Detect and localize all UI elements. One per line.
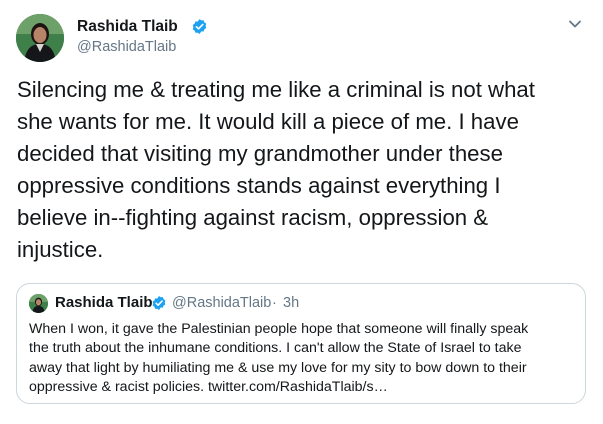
quoted-author-avatar bbox=[29, 294, 48, 313]
chevron-down-icon[interactable] bbox=[566, 15, 584, 33]
verified-badge-icon bbox=[152, 296, 166, 310]
quoted-tweet-text: When I won, it gave the Palestinian peop… bbox=[29, 321, 529, 395]
profile-photo-icon bbox=[16, 14, 64, 62]
author-avatar[interactable] bbox=[16, 14, 64, 62]
verified-badge-icon bbox=[192, 19, 207, 34]
quoted-tweet[interactable]: Rashida Tlaib @RashidaTlaib · 3h When I … bbox=[16, 283, 586, 404]
tweet-card: Rashida Tlaib @RashidaTlaib Silencing me… bbox=[0, 0, 603, 424]
author-name[interactable]: Rashida Tlaib bbox=[77, 17, 178, 37]
quoted-tweet-time: 3h bbox=[283, 295, 300, 311]
author-handle[interactable]: @RashidaTlaib bbox=[77, 38, 176, 57]
quoted-author-handle: @RashidaTlaib bbox=[172, 295, 272, 311]
profile-photo-icon bbox=[29, 294, 48, 313]
quoted-author-name: Rashida Tlaib bbox=[55, 294, 153, 311]
tweet-text: Silencing me & treating me like a crimin… bbox=[17, 77, 535, 262]
separator-dot: · bbox=[272, 295, 277, 311]
